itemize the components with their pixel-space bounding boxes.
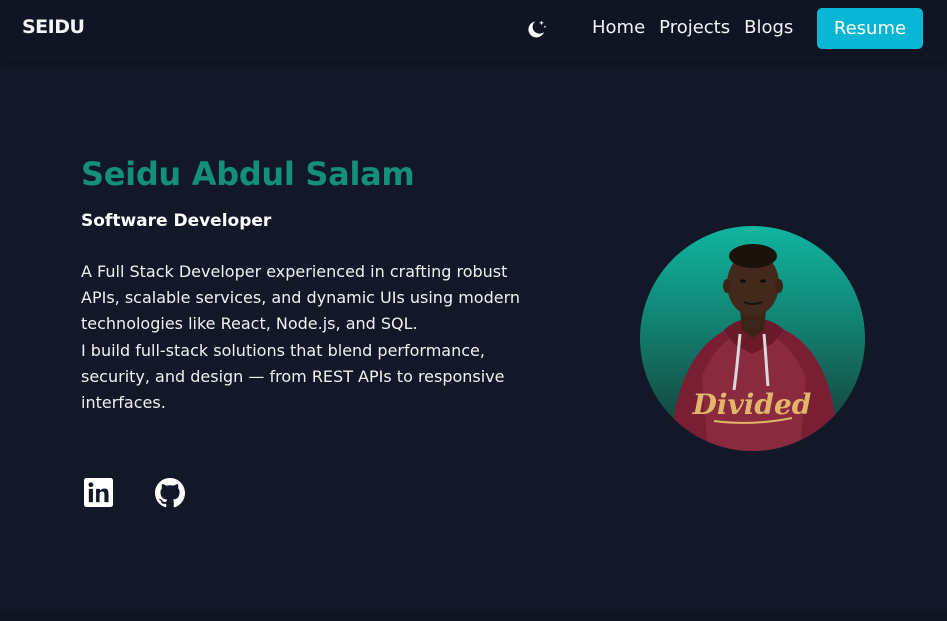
avatar: Divided	[640, 226, 865, 451]
hero-bio: A Full Stack Developer experienced in cr…	[81, 259, 529, 416]
hero-name: Seidu Abdul Salam	[81, 155, 415, 193]
resume-button[interactable]: Resume	[817, 8, 923, 49]
nav-links: Home Projects Blogs	[592, 17, 793, 38]
navbar: SEIDU Home Projects Blogs Resume	[0, 0, 947, 62]
bio-paragraph-1: A Full Stack Developer experienced in cr…	[81, 262, 520, 334]
linkedin-icon[interactable]	[84, 478, 114, 508]
nav-home[interactable]: Home	[592, 17, 645, 38]
moon-stars-icon[interactable]	[526, 18, 548, 40]
nav-projects[interactable]: Projects	[659, 17, 730, 38]
shirt-text: Divided	[692, 388, 812, 421]
hero-role: Software Developer	[81, 211, 272, 231]
bio-paragraph-2: I build full-stack solutions that blend …	[81, 340, 505, 413]
github-icon[interactable]	[155, 478, 185, 508]
avatar-portrait: Divided	[670, 244, 838, 451]
nav-blogs[interactable]: Blogs	[744, 17, 793, 38]
site-logo[interactable]: SEIDU	[22, 16, 85, 38]
footer-band	[0, 610, 947, 621]
